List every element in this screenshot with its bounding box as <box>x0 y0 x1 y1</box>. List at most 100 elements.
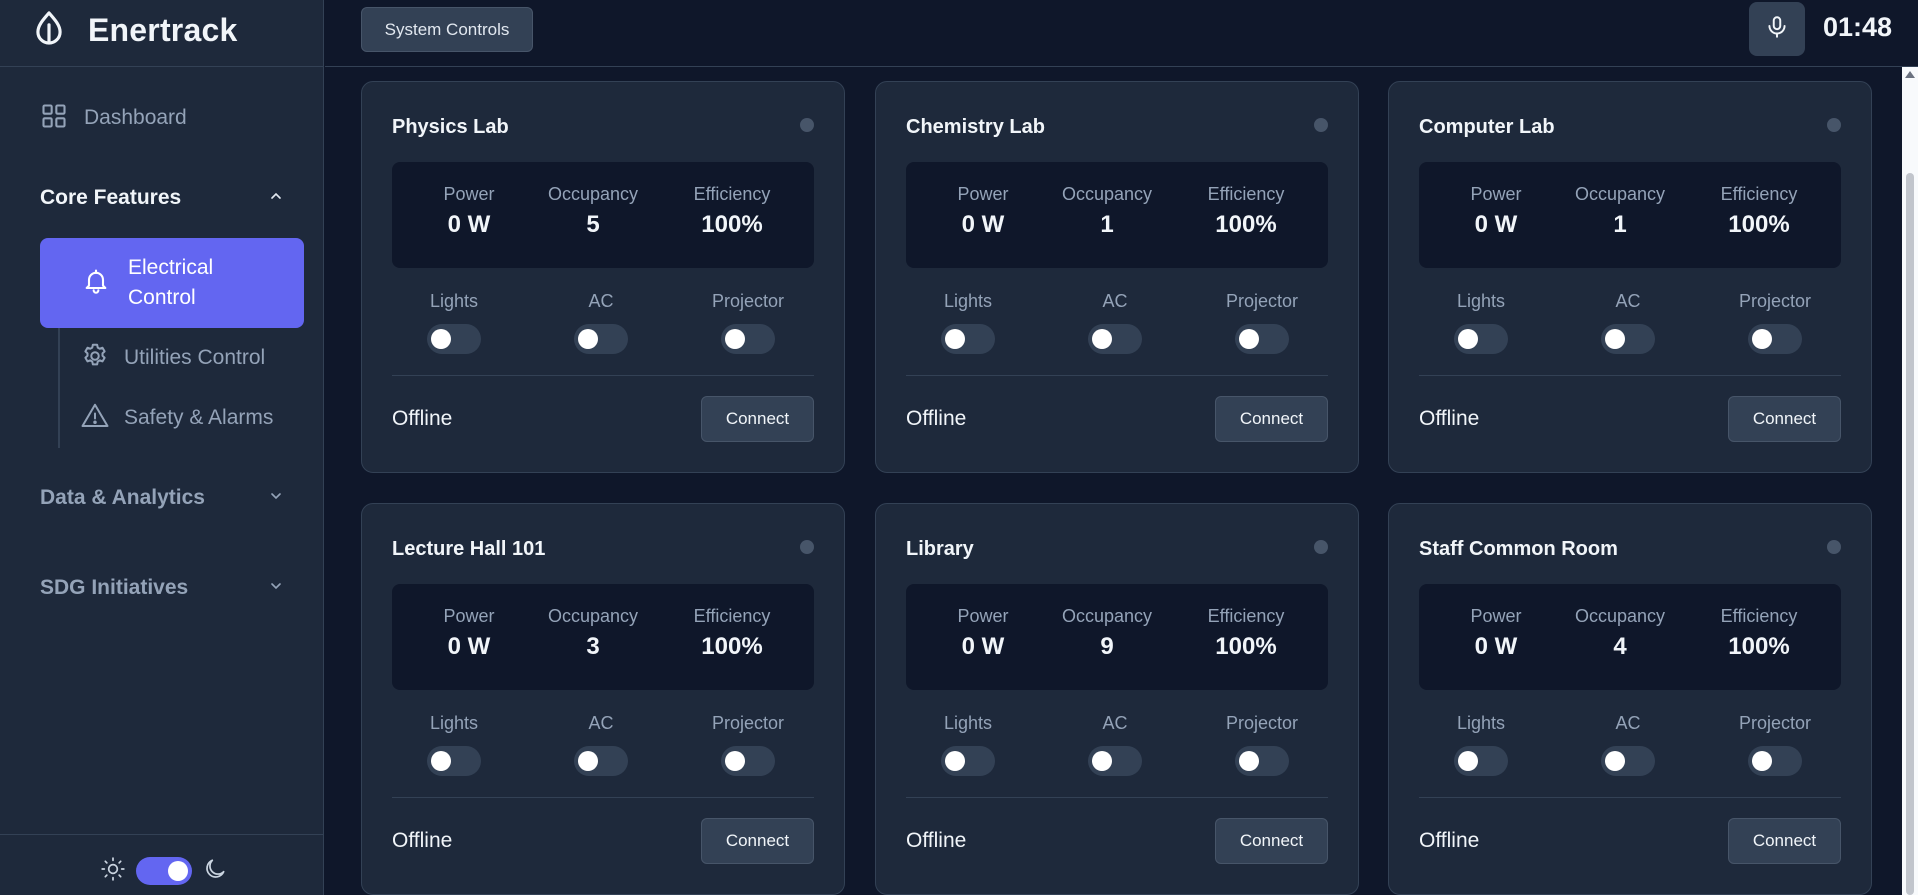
toggle-knob <box>431 329 451 349</box>
sidebar-item-dashboard[interactable]: Dashboard <box>40 100 187 136</box>
ac-toggle[interactable] <box>1088 746 1142 776</box>
leaf-drop-icon <box>30 9 68 52</box>
metric-power: Power 0 W <box>1431 606 1561 661</box>
toggle-knob <box>1605 751 1625 771</box>
sidebar-item-electrical-control[interactable]: Electrical Control <box>40 238 304 328</box>
brand[interactable]: Enertrack <box>30 10 237 50</box>
projector-control: Projector <box>693 713 803 776</box>
metric-label: Power <box>957 184 1009 204</box>
toggle-knob <box>1752 329 1772 349</box>
toggle-knob <box>1458 751 1478 771</box>
section-sdg-initiatives[interactable]: SDG Initiatives <box>40 573 284 603</box>
scrollbar[interactable] <box>1902 67 1918 895</box>
section-data-analytics[interactable]: Data & Analytics <box>40 483 284 513</box>
theme-toggle[interactable] <box>136 857 192 885</box>
lights-toggle[interactable] <box>1454 746 1508 776</box>
ac-toggle[interactable] <box>1601 746 1655 776</box>
chevron-down-icon <box>268 488 284 509</box>
metric-value: 1 <box>1613 211 1627 238</box>
toggle-label: Projector <box>1225 713 1299 733</box>
metric-value: 100% <box>1728 633 1790 660</box>
sun-icon <box>100 856 126 887</box>
scroll-up-arrow-icon[interactable] <box>1905 71 1915 78</box>
lights-toggle[interactable] <box>941 324 995 354</box>
connect-button[interactable]: Connect <box>701 818 814 864</box>
metric-label: Efficiency <box>693 184 771 204</box>
lights-toggle[interactable] <box>427 746 481 776</box>
sidebar-item-safety-alarms[interactable]: Safety & Alarms <box>80 401 273 435</box>
lights-toggle[interactable] <box>427 324 481 354</box>
room-name: Chemistry Lab <box>906 116 1045 138</box>
connection-status: Offline <box>906 407 967 430</box>
toggle-knob <box>1605 329 1625 349</box>
metric-power: Power 0 W <box>404 606 534 661</box>
metric-label: Occupancy <box>1061 606 1153 626</box>
divider <box>1419 797 1841 798</box>
metric-occupancy: Occupancy 4 <box>1555 606 1685 661</box>
lights-toggle[interactable] <box>941 746 995 776</box>
toggle-label: Lights <box>943 291 993 311</box>
metrics-panel: Power 0 W Occupancy 1 Efficiency 100% <box>1419 162 1841 268</box>
connection-status: Offline <box>906 829 967 852</box>
topbar: System Controls 01:48 <box>325 0 1918 67</box>
microphone-icon <box>1764 12 1790 47</box>
projector-toggle[interactable] <box>721 324 775 354</box>
status-indicator <box>800 540 814 554</box>
room-name: Lecture Hall 101 <box>392 538 546 560</box>
metric-power: Power 0 W <box>918 184 1048 239</box>
projector-toggle[interactable] <box>1235 746 1289 776</box>
voice-input-button[interactable] <box>1749 2 1805 56</box>
lights-toggle[interactable] <box>1454 324 1508 354</box>
metric-value: 0 W <box>961 633 1005 660</box>
metric-power: Power 0 W <box>1431 184 1561 239</box>
toggle-knob <box>1092 329 1112 349</box>
ac-toggle[interactable] <box>1088 324 1142 354</box>
metric-value: 0 W <box>447 633 491 660</box>
metric-value: 100% <box>701 633 763 660</box>
projector-control: Projector <box>1207 713 1317 776</box>
metrics-panel: Power 0 W Occupancy 1 Efficiency 100% <box>906 162 1328 268</box>
toggle-label: Projector <box>711 291 785 311</box>
projector-toggle[interactable] <box>1235 324 1289 354</box>
section-label: Data & Analytics <box>40 486 205 509</box>
toggle-label: Lights <box>429 713 479 733</box>
projector-toggle[interactable] <box>1748 324 1802 354</box>
system-controls-button[interactable]: System Controls <box>361 7 533 52</box>
connect-button[interactable]: Connect <box>1728 396 1841 442</box>
section-label: Core Features <box>40 186 182 209</box>
connect-button[interactable]: Connect <box>1215 396 1328 442</box>
section-core-features[interactable]: Core Features <box>40 183 284 213</box>
scrollbar-thumb[interactable] <box>1906 173 1914 895</box>
divider <box>392 797 814 798</box>
metric-occupancy: Occupancy 9 <box>1042 606 1172 661</box>
toggle-label: AC <box>1102 713 1128 733</box>
toggle-label: Lights <box>429 291 479 311</box>
sidebar-item-utilities-control[interactable]: Utilities Control <box>80 341 265 375</box>
metric-label: Efficiency <box>1207 606 1285 626</box>
metric-label: Power <box>957 606 1009 626</box>
divider <box>392 375 814 376</box>
connect-button[interactable]: Connect <box>701 396 814 442</box>
projector-toggle[interactable] <box>1748 746 1802 776</box>
metric-label: Efficiency <box>1720 606 1798 626</box>
toggle-label: AC <box>1102 291 1128 311</box>
metric-occupancy: Occupancy 1 <box>1042 184 1172 239</box>
ac-toggle[interactable] <box>1601 324 1655 354</box>
connect-button[interactable]: Connect <box>1215 818 1328 864</box>
connection-status: Offline <box>1419 829 1480 852</box>
toggle-label: Projector <box>1225 291 1299 311</box>
sidebar-item-label: Electrical Control <box>128 256 214 309</box>
connect-button[interactable]: Connect <box>1728 818 1841 864</box>
status-indicator <box>1827 118 1841 132</box>
metric-value: 0 W <box>961 211 1005 238</box>
projector-control: Projector <box>1720 713 1830 776</box>
room-name: Physics Lab <box>392 116 509 138</box>
ac-toggle[interactable] <box>574 746 628 776</box>
ac-toggle[interactable] <box>574 324 628 354</box>
toggle-knob <box>725 329 745 349</box>
lights-control: Lights <box>399 713 509 776</box>
projector-toggle[interactable] <box>721 746 775 776</box>
metric-value: 100% <box>1215 211 1277 238</box>
ac-control: AC <box>546 713 656 776</box>
toggle-knob <box>168 861 188 881</box>
